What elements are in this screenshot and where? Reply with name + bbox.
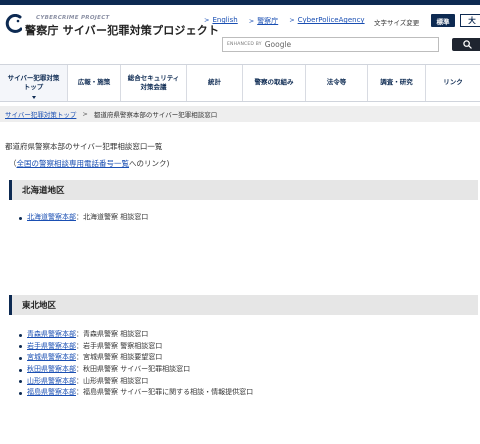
nav-label: サイバー犯罪対策 トップ <box>7 73 60 91</box>
font-size-large-button[interactable]: 大 <box>460 14 480 27</box>
national-link-line: （全国の警察相談専用電話番号一覧へのリンク) <box>9 158 169 169</box>
page-title: 都道府県警察本部のサイバー犯罪相談窓口一覧 <box>5 142 163 151</box>
police-hq-link[interactable]: 山形県警察本部 <box>27 377 76 385</box>
top-link-english-wrap: > English <box>204 16 238 26</box>
nav-label: リンク <box>443 78 463 87</box>
breadcrumb-home-link[interactable]: サイバー犯罪対策トップ <box>5 109 76 119</box>
search-icon <box>462 40 472 49</box>
nav-label: 法令等 <box>326 78 347 87</box>
region-list-hokkaido: 北海道警察本部：北海道警察 相談窓口 <box>19 212 148 224</box>
top-link-cyberpolice-wrap: > CyberPoliceAgency <box>289 16 364 26</box>
nav-item-public-relations[interactable]: 広報・施策 <box>68 65 121 101</box>
contact-description: ：宮城県警察 相談要望窓口 <box>76 353 163 362</box>
nav-label: 警察の取組み <box>254 78 294 87</box>
region-header-tohoku: 東北地区 <box>9 295 478 315</box>
top-link-npa[interactable]: 警察庁 <box>257 17 278 25</box>
list-item: 秋田県警察本部：秋田県警察 サイバー犯罪相談窓口 <box>19 364 253 376</box>
site-logo-title[interactable]: 警察庁 サイバー犯罪対策プロジェクト <box>25 22 219 38</box>
police-hq-link[interactable]: 福島県警察本部 <box>27 388 76 396</box>
caret-down-icon <box>31 96 36 99</box>
contact-description: ：青森県警察 相談窓口 <box>76 330 149 338</box>
police-hq-link[interactable]: 秋田県警察本部 <box>27 365 76 373</box>
nav-label: 広報・施策 <box>77 78 111 87</box>
contact-description: ：山形県警察 相談窓口 <box>76 376 149 385</box>
national-phone-list-link[interactable]: 全国の警察相談専用電話番号一覧 <box>17 159 130 168</box>
list-item: 青森県警察本部：青森県警察 相談窓口 <box>19 329 253 341</box>
contact-description: ：北海道警察 相談窓口 <box>76 213 149 221</box>
search-input[interactable]: ENHANCED BY Google <box>222 37 439 52</box>
police-hq-link[interactable]: 宮城県警察本部 <box>27 353 76 361</box>
contact-description: ：福島県警察 サイバー犯罪に関する相談・情報提供窓口 <box>76 388 254 397</box>
list-item: 宮城県警察本部：宮城県警察 相談要望窓口 <box>19 352 253 364</box>
chevron-right-icon: > <box>204 16 210 24</box>
list-item: 岩手県警察本部：岩手県警察 警察相談窓口 <box>19 341 253 353</box>
contact-description: ：岩手県警察 警察相談窓口 <box>76 341 163 350</box>
nav-item-research[interactable]: 調査・研究 <box>368 65 426 101</box>
font-size-label: 文字サイズ変更 <box>374 19 420 27</box>
search-enhanced-label: ENHANCED BY <box>227 42 262 47</box>
top-links: > English > 警察庁 > CyberPoliceAgency <box>204 16 365 26</box>
nav-item-cyber-top[interactable]: サイバー犯罪対策 トップ <box>0 65 68 101</box>
breadcrumb: サイバー犯罪対策トップ > 都道府県警察本部のサイバー犯罪相談窓口 <box>0 106 480 122</box>
top-link-english[interactable]: English <box>212 16 237 24</box>
font-size-standard-button[interactable]: 標準 <box>431 14 455 27</box>
chevron-right-icon: > <box>248 17 255 25</box>
search-button[interactable] <box>452 38 480 51</box>
region-header-hokkaido: 北海道地区 <box>9 180 478 200</box>
police-hq-link[interactable]: 北海道警察本部 <box>27 213 76 221</box>
list-item: 福島県警察本部：福島県警察 サイバー犯罪に関する相談・情報提供窓口 <box>19 387 253 399</box>
nav-item-laws[interactable]: 法令等 <box>306 65 368 101</box>
region-list-tohoku: 青森県警察本部：青森県警察 相談窓口 岩手県警察本部：岩手県警察 警察相談窓口 … <box>19 329 253 399</box>
logo-arc-icon <box>5 14 22 33</box>
nav-item-links[interactable]: リンク <box>426 65 480 101</box>
breadcrumb-separator: > <box>82 110 88 118</box>
search-google-label: Google <box>264 40 292 49</box>
chevron-right-icon: > <box>289 16 295 24</box>
national-link-suffix: へのリンク) <box>129 159 170 168</box>
list-item: 山形県警察本部：山形県警察 相談窓口 <box>19 376 253 388</box>
top-link-cyberpolice[interactable]: CyberPoliceAgency <box>298 16 365 24</box>
nav-label: 総合セキュリティ 対策会議 <box>127 73 180 91</box>
nav-item-security-council[interactable]: 総合セキュリティ 対策会議 <box>121 65 187 101</box>
police-hq-link[interactable]: 青森県警察本部 <box>27 330 76 338</box>
breadcrumb-current: 都道府県警察本部のサイバー犯罪相談窓口 <box>93 111 218 119</box>
top-bar <box>0 0 480 5</box>
list-item: 北海道警察本部：北海道警察 相談窓口 <box>19 212 148 224</box>
logo-subtitle: CYBERCRIME PROJECT <box>36 15 110 21</box>
national-link-prefix: （ <box>9 159 17 168</box>
contact-description: ：秋田県警察 サイバー犯罪相談窓口 <box>76 365 191 374</box>
global-nav: サイバー犯罪対策 トップ 広報・施策 総合セキュリティ 対策会議 統計 警察の取… <box>0 64 480 102</box>
nav-label: 調査・研究 <box>380 78 413 87</box>
nav-item-statistics[interactable]: 統計 <box>187 65 243 101</box>
top-link-npa-wrap: > 警察庁 <box>249 16 278 26</box>
police-hq-link[interactable]: 岩手県警察本部 <box>27 342 76 350</box>
nav-item-police-efforts[interactable]: 警察の取組み <box>243 65 306 101</box>
nav-label: 統計 <box>208 78 221 87</box>
